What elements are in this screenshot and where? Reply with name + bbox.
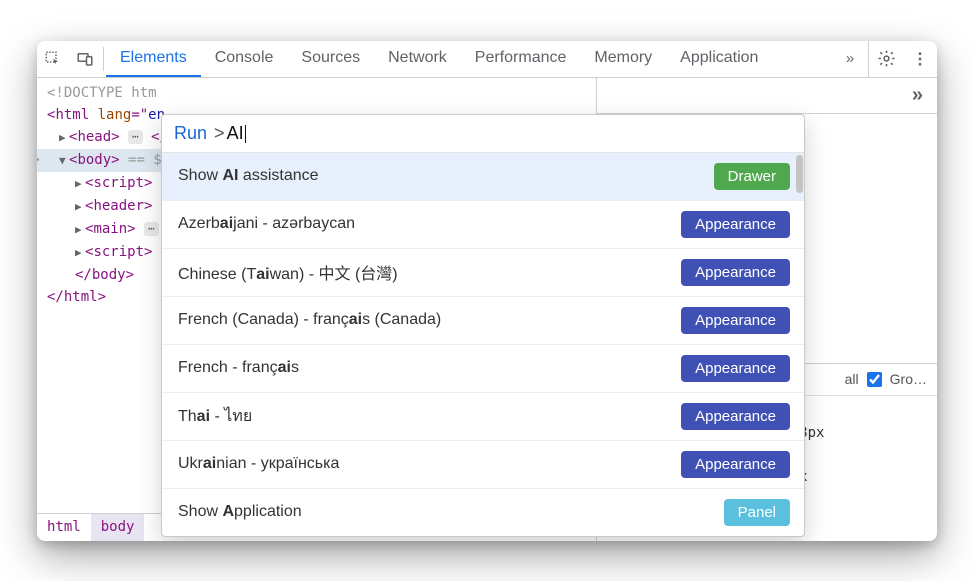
command-item-badge: Appearance <box>681 355 790 382</box>
devtools-window: ElementsConsoleSourcesNetworkPerformance… <box>37 41 937 541</box>
command-item[interactable]: Show AI assistance Drawer <box>162 153 804 201</box>
group-checkbox[interactable] <box>867 372 882 387</box>
command-item-badge: Panel <box>724 499 790 526</box>
show-all-label: all <box>845 371 859 387</box>
tab-network[interactable]: Network <box>374 41 461 77</box>
dom-doctype[interactable]: <!DOCTYPE htm <box>37 82 596 104</box>
command-item[interactable]: French - français Appearance <box>162 345 804 393</box>
command-item-badge: Appearance <box>681 259 790 286</box>
command-list: Show AI assistance Drawer Azerbaijani - az… <box>162 153 804 536</box>
top-toolbar: ElementsConsoleSourcesNetworkPerformance… <box>37 41 937 78</box>
command-item[interactable]: Thai - ไทย Appearance <box>162 393 804 441</box>
command-input[interactable]: Run >AI <box>162 115 804 153</box>
scrollbar-thumb[interactable] <box>796 155 803 193</box>
command-item[interactable]: Azerbaijani - azərbaycan Appearance <box>162 201 804 249</box>
group-label: Gro… <box>890 371 927 387</box>
tab-memory[interactable]: Memory <box>580 41 666 77</box>
command-item-badge: Appearance <box>681 451 790 478</box>
inspect-element-icon[interactable] <box>37 41 69 77</box>
tabbar: ElementsConsoleSourcesNetworkPerformance… <box>106 41 832 77</box>
tab-sources[interactable]: Sources <box>287 41 374 77</box>
command-item-badge: Appearance <box>681 403 790 430</box>
command-item-label: Chinese (Taiwan) - 中文 (台灣) <box>178 260 398 284</box>
command-item-label: Show AI assistance <box>178 167 319 185</box>
command-item-label: Thai - ไทย <box>178 404 252 429</box>
crumb-body[interactable]: body <box>91 514 145 541</box>
more-vertical-icon[interactable] <box>903 41 937 77</box>
command-item[interactable]: Chinese (Taiwan) - 中文 (台灣) Appearance <box>162 249 804 297</box>
tab-application[interactable]: Application <box>666 41 772 77</box>
tab-elements[interactable]: Elements <box>106 41 201 77</box>
tabs-overflow-icon[interactable]: » <box>832 41 868 77</box>
command-item-label: French (Canada) - français (Canada) <box>178 311 441 329</box>
command-item-label: Ukrainian - українська <box>178 455 339 473</box>
command-item[interactable]: French (Canada) - français (Canada) Appea… <box>162 297 804 345</box>
command-item-badge: Appearance <box>681 211 790 238</box>
command-item-label: Show Application <box>178 503 302 521</box>
settings-gear-icon[interactable] <box>869 41 903 77</box>
tab-console[interactable]: Console <box>201 41 288 77</box>
command-item[interactable]: Ukrainian - українська Appearance <box>162 441 804 489</box>
command-item-badge: Drawer <box>714 163 790 190</box>
command-item-label: French - français <box>178 359 299 377</box>
crumb-html[interactable]: html <box>37 514 91 541</box>
command-item-label: Azerbaijani - azərbaycan <box>178 215 355 233</box>
device-toggle-icon[interactable] <box>69 41 101 77</box>
command-item[interactable]: Show Application Panel <box>162 489 804 536</box>
command-menu: Run >AI Show AI assistance Drawer Azerbaij… <box>161 114 805 537</box>
tab-performance[interactable]: Performance <box>461 41 581 77</box>
styles-overflow-icon[interactable]: » <box>904 84 931 107</box>
command-item-badge: Appearance <box>681 307 790 334</box>
styles-tabbar: » <box>597 78 937 114</box>
